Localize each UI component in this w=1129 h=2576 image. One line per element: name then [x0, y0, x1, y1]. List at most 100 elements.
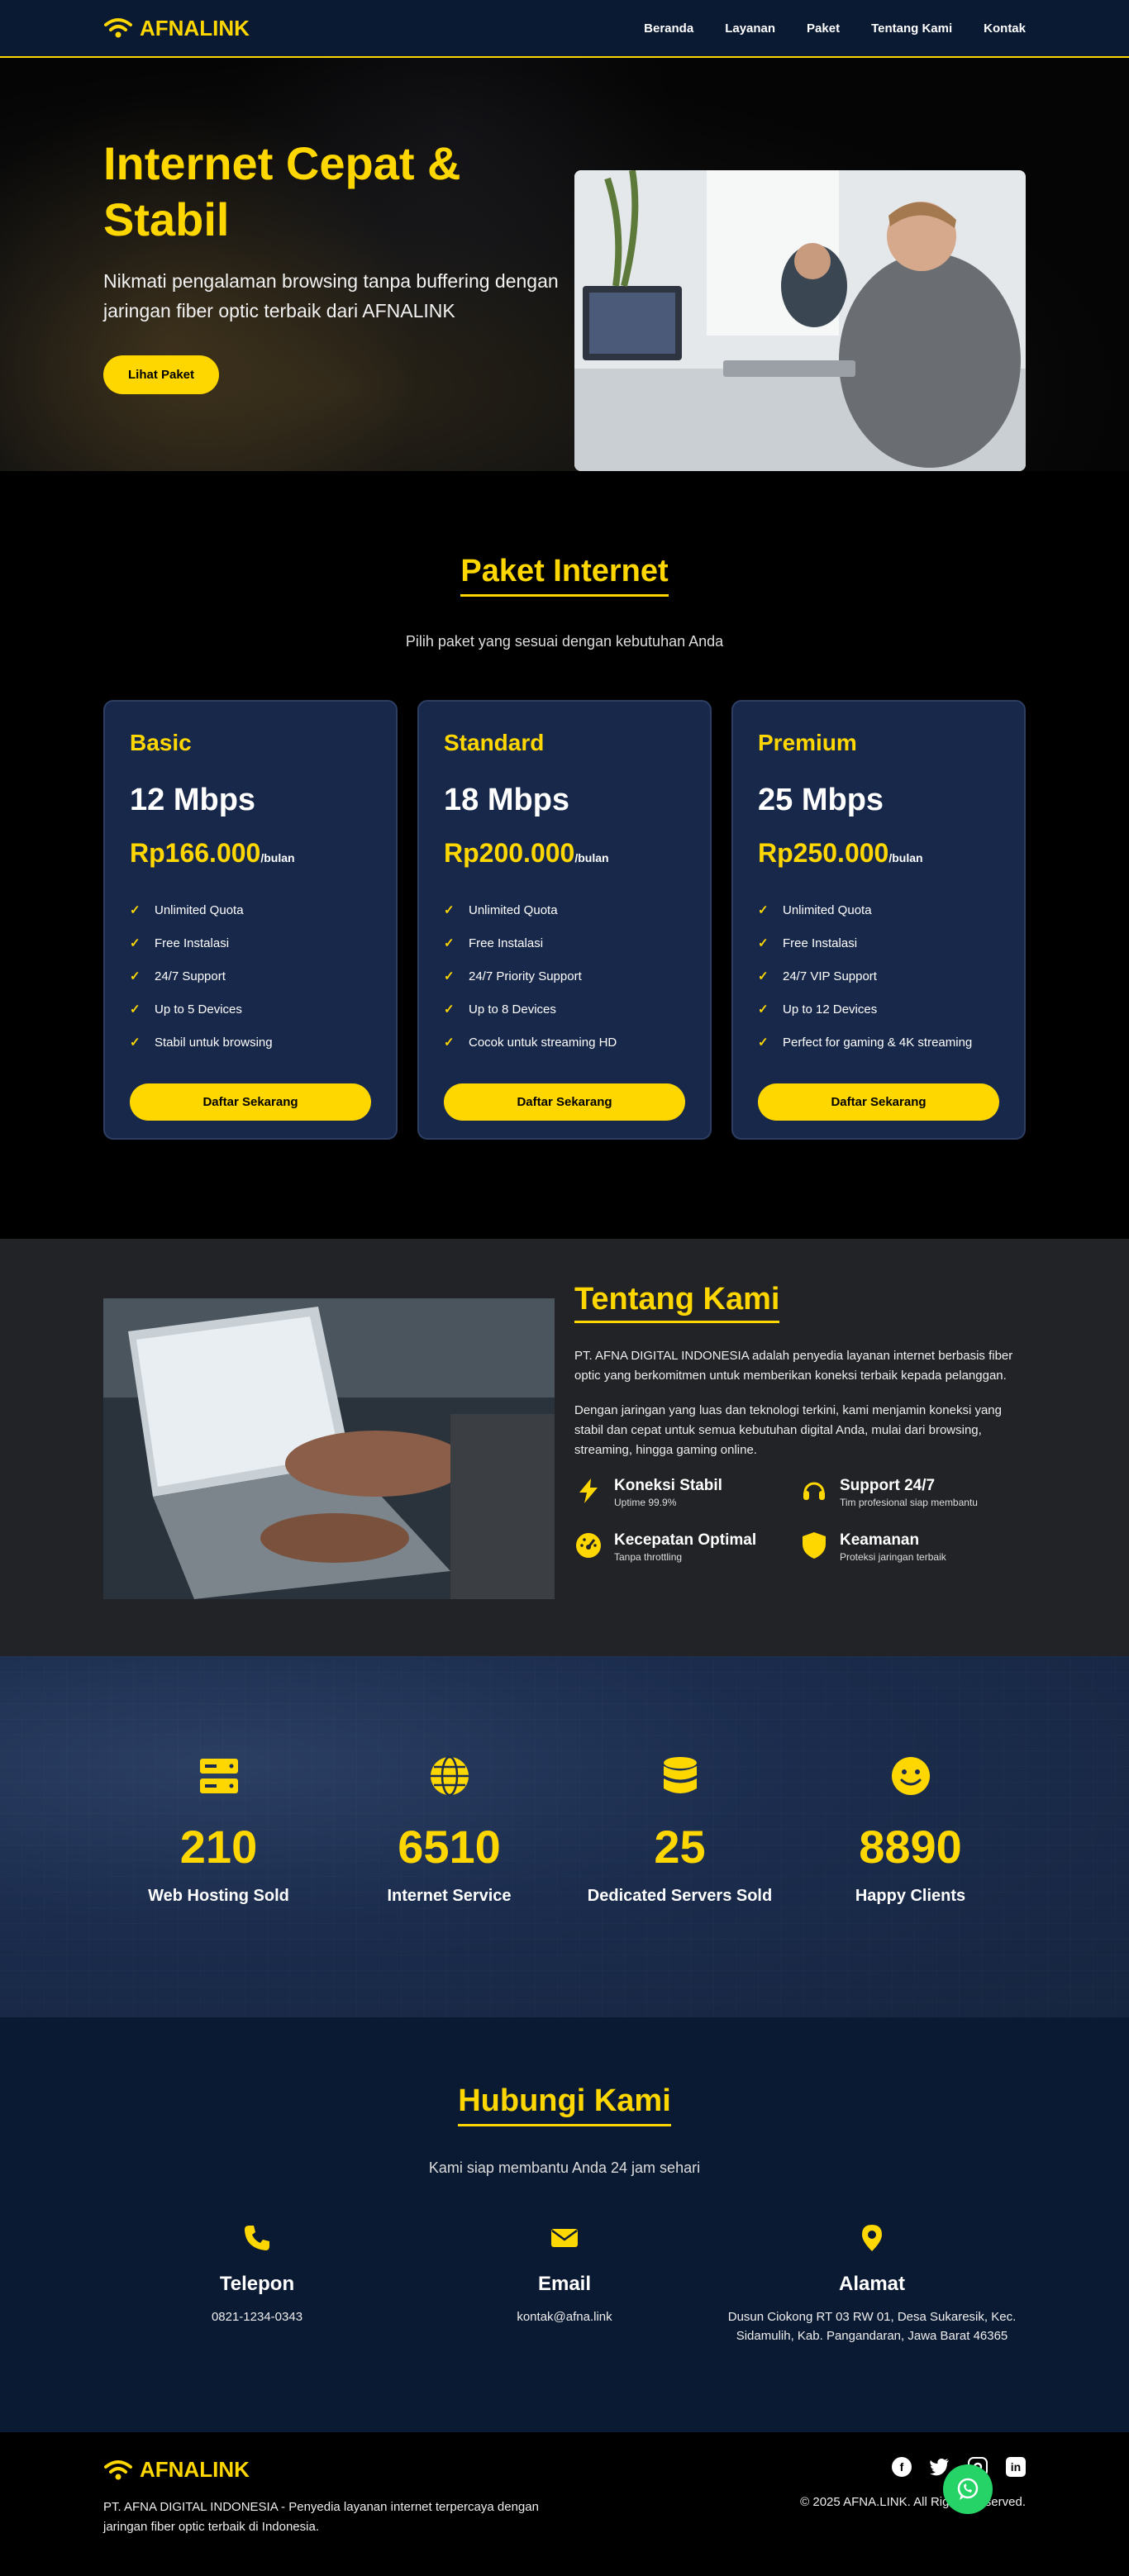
about-section: Tentang Kami PT. AFNA DIGITAL INDONESIA …: [0, 1239, 1129, 1656]
linkedin-icon[interactable]: in: [1006, 2457, 1026, 2477]
brand-logo[interactable]: AFNALINK: [103, 16, 250, 41]
contact-phone: Telepon 0821-1234-0343: [103, 2223, 411, 2345]
contact-subtitle: Kami siap membantu Anda 24 jam sehari: [428, 2159, 701, 2176]
stat-value: 25: [654, 1821, 706, 1873]
database-icon: [660, 1755, 701, 1797]
package-price: Rp200.000/bulan: [444, 838, 609, 868]
feature-item: ✓ Unlimited Quota: [130, 902, 244, 918]
brand-name: AFNALINK: [140, 15, 250, 40]
footer: AFNALINK PT. AFNA DIGITAL INDONESIA - Pe…: [0, 2432, 1129, 2576]
footer-brand-name: AFNALINK: [140, 2457, 250, 2482]
package-card-basic: Basic 12 Mbps Rp166.000/bulan ✓ Unlimited…: [103, 700, 398, 1140]
subscribe-basic-button[interactable]: Daftar Sekarang: [130, 1083, 371, 1121]
contact-title: Hubungi Kami: [103, 2083, 1026, 2126]
package-speed: 25 Mbps: [758, 783, 884, 817]
feature-item: ✓ 24/7 VIP Support: [758, 969, 877, 984]
package-card-standard: Standard 18 Mbps Rp200.000/bulan ✓ Unlimi…: [417, 700, 712, 1140]
check-icon: ✓: [444, 1002, 455, 1017]
check-icon: ✓: [444, 1036, 455, 1050]
map-pin-icon: [857, 2223, 887, 2253]
hero-cta-button[interactable]: Lihat Paket: [103, 355, 220, 394]
package-speed: 18 Mbps: [444, 783, 570, 817]
contact-phone-title: Telepon: [219, 2273, 295, 2295]
stat-internet-service: 6510 Internet Service: [342, 1755, 557, 1906]
package-name: Standard: [444, 730, 545, 755]
feature-item: ✓ Free Instalasi: [758, 936, 858, 951]
feature-item: ✓ Unlimited Quota: [444, 902, 558, 918]
feature-item: ✓ Cocok untuk streaming HD: [444, 1035, 617, 1050]
package-price: Rp250.000/bulan: [758, 838, 923, 868]
feature-item: ✓ Stabil untuk browsing: [130, 1035, 273, 1050]
feature-item: ✓ Up to 8 Devices: [444, 1002, 556, 1017]
nav-beranda[interactable]: Beranda: [644, 21, 693, 36]
check-icon: ✓: [758, 1036, 769, 1050]
copyright: © 2025 AFNA.LINK. All Rights Reserved.: [800, 2495, 1026, 2509]
about-title: Tentang Kami: [574, 1282, 780, 1323]
package-price: Rp166.000/bulan: [130, 838, 295, 868]
contact-email: Email kontak@afna.link: [411, 2223, 718, 2345]
facebook-icon[interactable]: f: [892, 2457, 912, 2477]
check-icon: ✓: [444, 969, 455, 983]
speedometer-icon: [574, 1531, 603, 1559]
package-name: Basic: [130, 730, 192, 755]
stat-value: 8890: [859, 1821, 962, 1873]
check-icon: ✓: [758, 969, 769, 983]
stats-section: 210 Web Hosting Sold 6510 Internet Servi…: [0, 1656, 1129, 2017]
check-icon: ✓: [130, 936, 141, 950]
check-icon: ✓: [130, 903, 141, 917]
phone-icon: [242, 2223, 272, 2253]
hero-title: Internet Cepat & Stabil: [103, 136, 461, 245]
wifi-icon: [104, 2459, 132, 2479]
stat-label: Web Hosting Sold: [148, 1887, 289, 1905]
stat-value: 6510: [398, 1821, 501, 1873]
footer-brand-logo[interactable]: AFNALINK: [103, 2457, 566, 2483]
main-menu: Beranda Layanan Paket Tentang Kami Konta…: [644, 21, 1026, 36]
check-icon: ✓: [444, 936, 455, 950]
about-paragraph-2: Dengan jaringan yang luas dan teknologi …: [574, 1403, 1002, 1457]
social-links: f in: [800, 2457, 1026, 2477]
feature-item: ✓ Unlimited Quota: [758, 902, 872, 918]
check-icon: ✓: [130, 969, 141, 983]
nav-kontak[interactable]: Kontak: [984, 21, 1026, 36]
feature-item: ✓ Free Instalasi: [444, 936, 544, 951]
subscribe-premium-button[interactable]: Daftar Sekarang: [758, 1083, 999, 1121]
feature-item: ✓ 24/7 Priority Support: [444, 969, 582, 984]
contact-section: Hubungi Kami Kami siap membantu Anda 24 …: [0, 2017, 1129, 2432]
whatsapp-icon: [957, 2478, 979, 2500]
contact-email-value[interactable]: kontak@afna.link: [411, 2307, 718, 2326]
check-icon: ✓: [130, 1036, 141, 1050]
stat-value: 210: [179, 1821, 258, 1873]
laptop-typing-image: [103, 1298, 555, 1599]
smile-icon: [890, 1755, 931, 1797]
nav-layanan[interactable]: Layanan: [725, 21, 775, 36]
stat-web-hosting: 210 Web Hosting Sold: [112, 1755, 326, 1906]
twitter-icon[interactable]: [930, 2457, 950, 2477]
nav-tentang-kami[interactable]: Tentang Kami: [871, 21, 952, 36]
package-card-premium: Premium 25 Mbps Rp250.000/bulan ✓ Unlimit…: [731, 700, 1026, 1140]
check-icon: ✓: [130, 1002, 141, 1017]
contact-phone-value[interactable]: 0821-1234-0343: [103, 2307, 411, 2326]
navbar: AFNALINK Beranda Layanan Paket Tentang K…: [0, 0, 1129, 58]
contact-email-title: Email: [537, 2273, 592, 2295]
hero-section: Internet Cepat & Stabil Nikmati pengalam…: [0, 58, 1129, 471]
wifi-icon: [104, 18, 132, 38]
footer-description: PT. AFNA DIGITAL INDONESIA - Penyedia la…: [103, 2500, 539, 2534]
contact-address-value: Dusun Ciokong RT 03 RW 01, Desa Sukaresi…: [727, 2310, 1017, 2343]
shield-icon: [800, 1531, 828, 1559]
package-name: Premium: [758, 730, 857, 755]
subscribe-standard-button[interactable]: Daftar Sekarang: [444, 1083, 685, 1121]
feature-security: Keamanan Proteksi jaringan terbaik: [800, 1531, 1026, 1564]
check-icon: ✓: [758, 1002, 769, 1017]
feature-item: ✓ Up to 5 Devices: [130, 1002, 242, 1017]
globe-icon: [429, 1755, 470, 1797]
feature-item: ✓ 24/7 Support: [130, 969, 226, 984]
feature-stable-connection: Koneksi Stabil Uptime 99.9%: [574, 1477, 800, 1510]
whatsapp-float-button[interactable]: [943, 2464, 993, 2514]
nav-paket[interactable]: Paket: [807, 21, 840, 36]
packages-title: Paket Internet: [103, 554, 1026, 597]
hero-subtitle: Nikmati pengalaman browsing tanpa buffer…: [103, 269, 559, 321]
server-icon: [198, 1755, 240, 1797]
packages-subtitle: Pilih paket yang sesuai dengan kebutuhan…: [405, 633, 724, 650]
feature-item: ✓ Perfect for gaming & 4K streaming: [758, 1035, 973, 1050]
feature-item: ✓ Free Instalasi: [130, 936, 230, 951]
